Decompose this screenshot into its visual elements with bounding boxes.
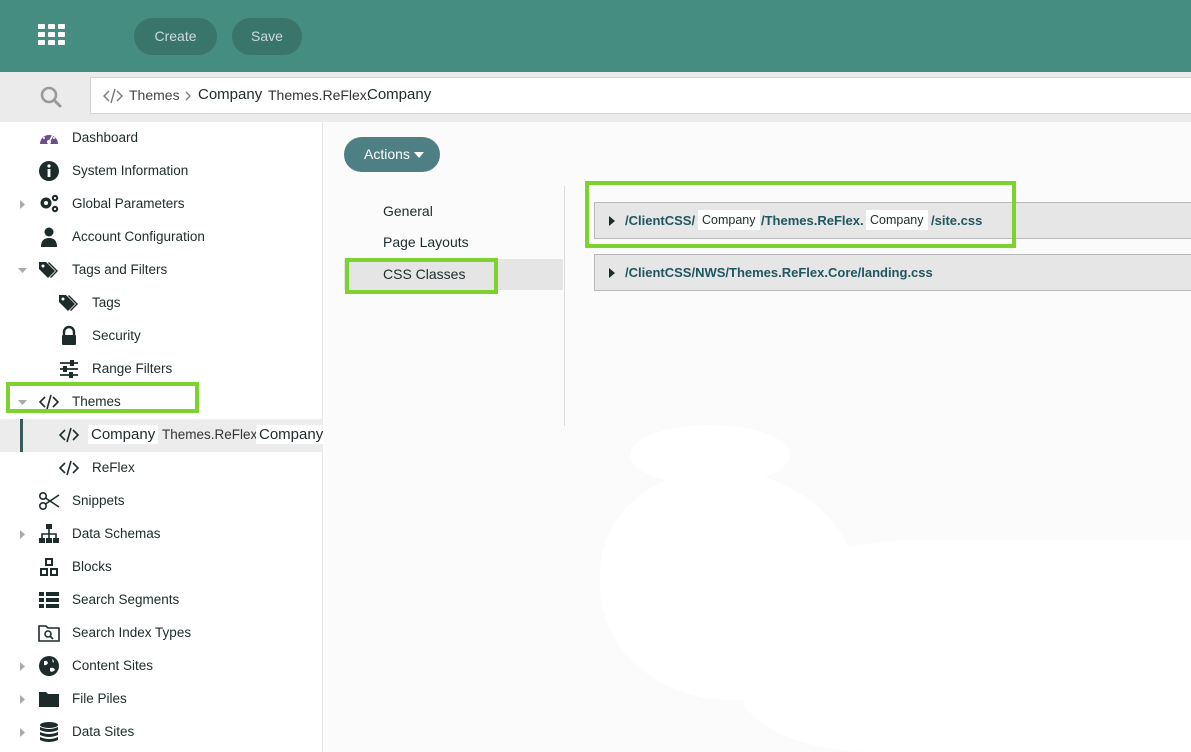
- sidebar-item-label: System Information: [72, 163, 189, 178]
- dashboard-icon: [40, 133, 58, 144]
- breadcrumb-theme-name: Themes.ReFlex.: [268, 87, 371, 103]
- breadcrumb-company-mask-2: Company: [367, 86, 432, 103]
- sidebar-item-content-sites[interactable]: Content Sites: [0, 650, 323, 683]
- sidebar-item-label: Search Index Types: [72, 625, 192, 640]
- sidebar-item-tags[interactable]: Tags: [0, 287, 323, 320]
- apps-grid-icon[interactable]: [38, 24, 66, 46]
- sidebar-item-security[interactable]: Security: [0, 320, 323, 353]
- scissors-icon: [38, 491, 60, 511]
- sidebar-item-tags-and-filters[interactable]: Tags and Filters: [0, 254, 323, 287]
- sidebar-item-company-theme[interactable]: Company Themes.ReFlex. Company: [0, 419, 327, 452]
- chevron-right-icon[interactable]: [18, 530, 27, 539]
- list-icon: [39, 592, 59, 608]
- actions-dropdown-button[interactable]: Actions: [344, 137, 440, 172]
- company-mask: Company: [698, 210, 760, 230]
- tab-general[interactable]: General: [344, 196, 563, 227]
- css-file-path-suffix: /site.css: [931, 213, 983, 228]
- sidebar-item-label: Snippets: [72, 493, 125, 508]
- tab-page-layouts[interactable]: Page Layouts: [344, 227, 563, 258]
- sidebar-item-file-piles[interactable]: File Piles: [0, 683, 323, 716]
- sidebar-item-account-configuration[interactable]: Account Configuration: [0, 221, 323, 254]
- sidebar-item-label: Account Configuration: [72, 229, 205, 244]
- lock-icon: [62, 325, 76, 345]
- css-file-path-prefix: /ClientCSS/: [625, 213, 696, 228]
- css-file-landing[interactable]: /ClientCSS/NWS/Themes.ReFlex.Core/landin…: [594, 254, 1191, 291]
- tags-icon: [39, 262, 58, 278]
- css-file-site[interactable]: /ClientCSS/ /Themes.ReFlex. /site.css Co…: [594, 202, 1191, 239]
- sidebar-item-label: Content Sites: [72, 658, 154, 673]
- gears-icon: [40, 194, 59, 213]
- sidebar-item-search-segments[interactable]: Search Segments: [0, 584, 323, 617]
- chevron-right-icon[interactable]: [18, 200, 27, 209]
- sidebar-item-label: File Piles: [72, 691, 127, 706]
- sidebar-item-label: Data Sites: [72, 724, 135, 739]
- chevron-right-icon[interactable]: [18, 695, 27, 704]
- code-icon: [58, 427, 80, 443]
- code-icon: [103, 88, 123, 104]
- chevron-right-icon[interactable]: [18, 728, 27, 737]
- search-icon[interactable]: [40, 86, 62, 108]
- sidebar-item-themes[interactable]: Themes: [0, 386, 323, 419]
- cubes-icon: [40, 558, 58, 576]
- expand-arrow-icon[interactable]: [609, 216, 615, 226]
- search-folder-icon: [38, 625, 60, 642]
- sidebar: Dashboard System Information Global Para…: [0, 122, 327, 752]
- sidebar-item-label: Tags and Filters: [72, 262, 168, 277]
- caret-down-icon: [414, 152, 424, 158]
- sidebar-item-label: Search Segments: [72, 592, 180, 607]
- sidebar-item-range-filters[interactable]: Range Filters: [0, 353, 323, 386]
- chevron-right-icon: [185, 91, 191, 101]
- sidebar-item-label: ReFlex: [92, 460, 135, 475]
- breadcrumb-item-themes[interactable]: Themes: [129, 87, 180, 103]
- database-icon: [40, 722, 58, 742]
- tab-css-classes[interactable]: CSS Classes: [344, 259, 563, 290]
- sidebar-item-reflex[interactable]: ReFlex: [0, 452, 323, 485]
- sidebar-item-data-sites[interactable]: Data Sites: [0, 716, 323, 749]
- theme-name: Themes.ReFlex.: [162, 427, 262, 442]
- user-icon: [41, 227, 57, 247]
- sidebar-item-label: Dashboard: [72, 130, 139, 145]
- expand-arrow-icon[interactable]: [609, 268, 615, 278]
- active-indicator: [20, 419, 23, 452]
- sidebar-item-snippets[interactable]: Snippets: [0, 485, 323, 518]
- company-mask: Company: [88, 425, 159, 444]
- chevron-right-icon[interactable]: [18, 662, 27, 671]
- company-mask-2: Company: [866, 210, 928, 230]
- company-mask-2: Company: [256, 425, 327, 444]
- sidebar-item-label: Blocks: [72, 559, 112, 574]
- folder-icon: [39, 692, 59, 707]
- sitemap-icon: [39, 524, 59, 543]
- chevron-down-icon[interactable]: [18, 266, 27, 275]
- globe-icon: [39, 656, 59, 676]
- create-button[interactable]: Create: [134, 18, 217, 55]
- sidebar-item-label: Tags: [92, 295, 121, 310]
- breadcrumb-company-mask: Company: [198, 86, 263, 103]
- sidebar-item-label: Data Schemas: [72, 526, 161, 541]
- save-button[interactable]: Save: [232, 18, 302, 55]
- sidebar-item-label: Themes: [72, 394, 121, 409]
- css-file-path-middle: /Themes.ReFlex.: [761, 213, 864, 228]
- sidebar-item-data-schemas[interactable]: Data Schemas: [0, 518, 323, 551]
- sidebar-item-label: Global Parameters: [72, 196, 185, 211]
- css-file-path: /ClientCSS/NWS/Themes.ReFlex.Core/landin…: [625, 265, 933, 280]
- code-icon: [38, 394, 60, 410]
- info-icon: [39, 161, 59, 181]
- sidebar-item-system-information[interactable]: System Information: [0, 155, 323, 188]
- code-icon: [58, 460, 80, 476]
- sidebar-item-label: Security: [92, 328, 141, 343]
- sliders-icon: [60, 360, 78, 378]
- sidebar-item-search-index-types[interactable]: Search Index Types: [0, 617, 323, 650]
- redaction-shape: [740, 540, 1191, 752]
- sidebar-item-label: Range Filters: [92, 361, 173, 376]
- sidebar-item-blocks[interactable]: Blocks: [0, 551, 323, 584]
- tabs-divider: [564, 186, 565, 426]
- breadcrumb: Themes Company Themes.ReFlex. Company: [90, 77, 1191, 114]
- chevron-down-icon[interactable]: [18, 398, 27, 407]
- actions-label: Actions: [364, 146, 410, 162]
- sidebar-item-dashboard[interactable]: Dashboard: [0, 122, 323, 155]
- sidebar-item-global-parameters[interactable]: Global Parameters: [0, 188, 323, 221]
- tags-icon: [59, 295, 78, 311]
